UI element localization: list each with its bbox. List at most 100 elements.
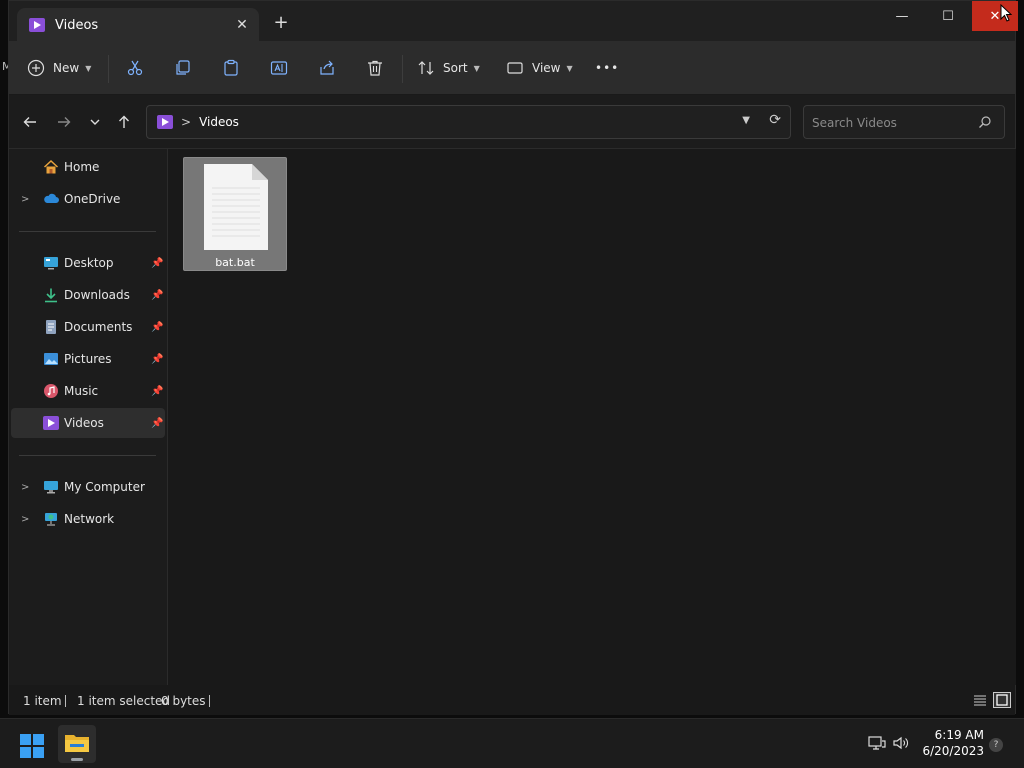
videos-folder-icon (29, 18, 45, 32)
view-button[interactable]: View ▼ (506, 55, 573, 81)
copy-icon (176, 60, 190, 75)
toolbar-divider (402, 55, 403, 83)
rename-button[interactable] (270, 55, 288, 81)
sidebar-item-network[interactable]: > Network (11, 504, 165, 534)
system-clock[interactable]: 6:19 AM 6/20/2023 (920, 727, 984, 759)
tab-title: Videos (55, 17, 99, 33)
pin-icon[interactable]: 📌 (151, 322, 163, 333)
sidebar-item-music[interactable]: Music 📌 (11, 376, 165, 406)
arrow-up-icon (119, 115, 129, 128)
copy-button[interactable] (174, 55, 192, 81)
file-name: bat.bat (215, 256, 255, 269)
breadcrumb-videos[interactable]: Videos (199, 115, 239, 129)
sidebar-item-label: Downloads (64, 288, 130, 302)
search-box[interactable] (803, 105, 1005, 139)
breadcrumb-separator: > (181, 115, 192, 129)
sidebar-item-documents[interactable]: Documents 📌 (11, 312, 165, 342)
sidebar-item-label: Home (64, 160, 100, 174)
tab-videos[interactable]: Videos ✕ (17, 8, 259, 42)
more-options-button[interactable]: ••• (595, 55, 619, 81)
windows-start-icon[interactable] (20, 734, 44, 758)
sidebar-item-label: Network (64, 512, 115, 526)
sort-button-label: Sort (443, 61, 468, 75)
network-icon (45, 513, 57, 526)
sidebar-item-my-computer[interactable]: > My Computer (11, 472, 165, 502)
desktop-icon (44, 257, 58, 270)
network-tray-icon[interactable] (868, 735, 886, 755)
recent-locations-button[interactable] (86, 113, 104, 131)
pin-icon[interactable]: 📌 (151, 290, 163, 301)
sidebar-item-home[interactable]: Home (11, 152, 165, 182)
sidebar-item-label: Documents (64, 320, 133, 334)
taskbar: 6:19 AM 6/20/2023 ? (0, 718, 1024, 768)
arrow-left-icon (23, 117, 36, 127)
computer-icon (44, 481, 58, 494)
home-icon (43, 159, 59, 174)
sort-icon (418, 61, 434, 75)
maximize-button[interactable]: ☐ (925, 1, 971, 31)
new-tab-button[interactable]: + (271, 13, 291, 33)
rename-icon (270, 61, 288, 75)
delete-icon (368, 60, 382, 76)
pictures-icon (44, 353, 58, 365)
status-item-count: 1 item (23, 694, 62, 708)
clock-date: 6/20/2023 (922, 744, 984, 758)
file-list-area[interactable]: bat.bat (168, 149, 1016, 685)
videos-icon (43, 416, 59, 430)
address-dropdown-icon[interactable]: ▼ (742, 115, 750, 126)
paste-button[interactable] (222, 55, 240, 81)
file-item[interactable]: bat.bat (183, 157, 287, 271)
status-selection: 1 item selected (77, 694, 171, 708)
address-row: > Videos ▼ ⟳ (9, 95, 1015, 149)
pin-icon[interactable]: 📌 (151, 386, 163, 397)
title-bar: Videos ✕ + — ☐ ✕ (9, 1, 1018, 42)
search-input[interactable] (812, 114, 972, 132)
cut-button[interactable] (126, 55, 144, 81)
chevron-right-icon[interactable]: > (21, 514, 29, 525)
sidebar-item-downloads[interactable]: Downloads 📌 (11, 280, 165, 310)
cut-icon (127, 60, 143, 76)
volume-tray-icon[interactable] (892, 735, 910, 755)
tiles-view-icon (996, 694, 1008, 706)
new-button-label: New (53, 61, 80, 75)
notification-badge[interactable]: ? (989, 738, 1003, 752)
sidebar-item-desktop[interactable]: Desktop 📌 (11, 248, 165, 278)
sidebar-divider (19, 231, 156, 232)
refresh-icon[interactable]: ⟳ (769, 112, 781, 128)
share-button[interactable] (318, 55, 336, 81)
search-icon[interactable] (978, 115, 992, 129)
documents-icon (46, 320, 56, 334)
sidebar-item-onedrive[interactable]: > OneDrive (11, 184, 165, 214)
running-indicator (71, 758, 83, 761)
chevron-right-icon[interactable]: > (21, 482, 29, 493)
pin-icon[interactable]: 📌 (151, 354, 163, 365)
sidebar-item-pictures[interactable]: Pictures 📌 (11, 344, 165, 374)
taskbar-file-explorer[interactable] (58, 725, 96, 763)
sidebar-item-label: Music (64, 384, 99, 398)
tab-close-icon[interactable]: ✕ (233, 16, 251, 34)
sidebar-item-label: Videos (64, 416, 104, 430)
pin-icon[interactable]: 📌 (151, 418, 163, 429)
delete-button[interactable] (366, 55, 384, 81)
mouse-cursor-icon (1000, 4, 1012, 22)
tiles-view-button[interactable] (993, 692, 1011, 708)
view-button-label: View (532, 61, 561, 75)
music-icon (44, 384, 58, 398)
minimize-button[interactable]: — (879, 1, 925, 31)
chevron-down-icon (90, 119, 100, 125)
forward-button[interactable] (55, 113, 73, 131)
sort-button[interactable]: Sort ▼ (417, 55, 480, 81)
network-status-icon (868, 736, 886, 750)
new-button[interactable]: New ▼ (27, 55, 91, 81)
chevron-down-icon: ▼ (85, 63, 92, 73)
status-size: 0 bytes (161, 694, 206, 708)
sidebar-item-videos[interactable]: Videos 📌 (11, 408, 165, 438)
details-view-icon (974, 695, 986, 706)
back-button[interactable] (21, 113, 39, 131)
sidebar-divider (19, 455, 156, 456)
address-bar[interactable]: > Videos ▼ ⟳ (146, 105, 791, 139)
pin-icon[interactable]: 📌 (151, 258, 163, 269)
up-button[interactable] (115, 113, 133, 131)
chevron-right-icon[interactable]: > (21, 194, 29, 205)
details-view-button[interactable] (971, 692, 989, 708)
